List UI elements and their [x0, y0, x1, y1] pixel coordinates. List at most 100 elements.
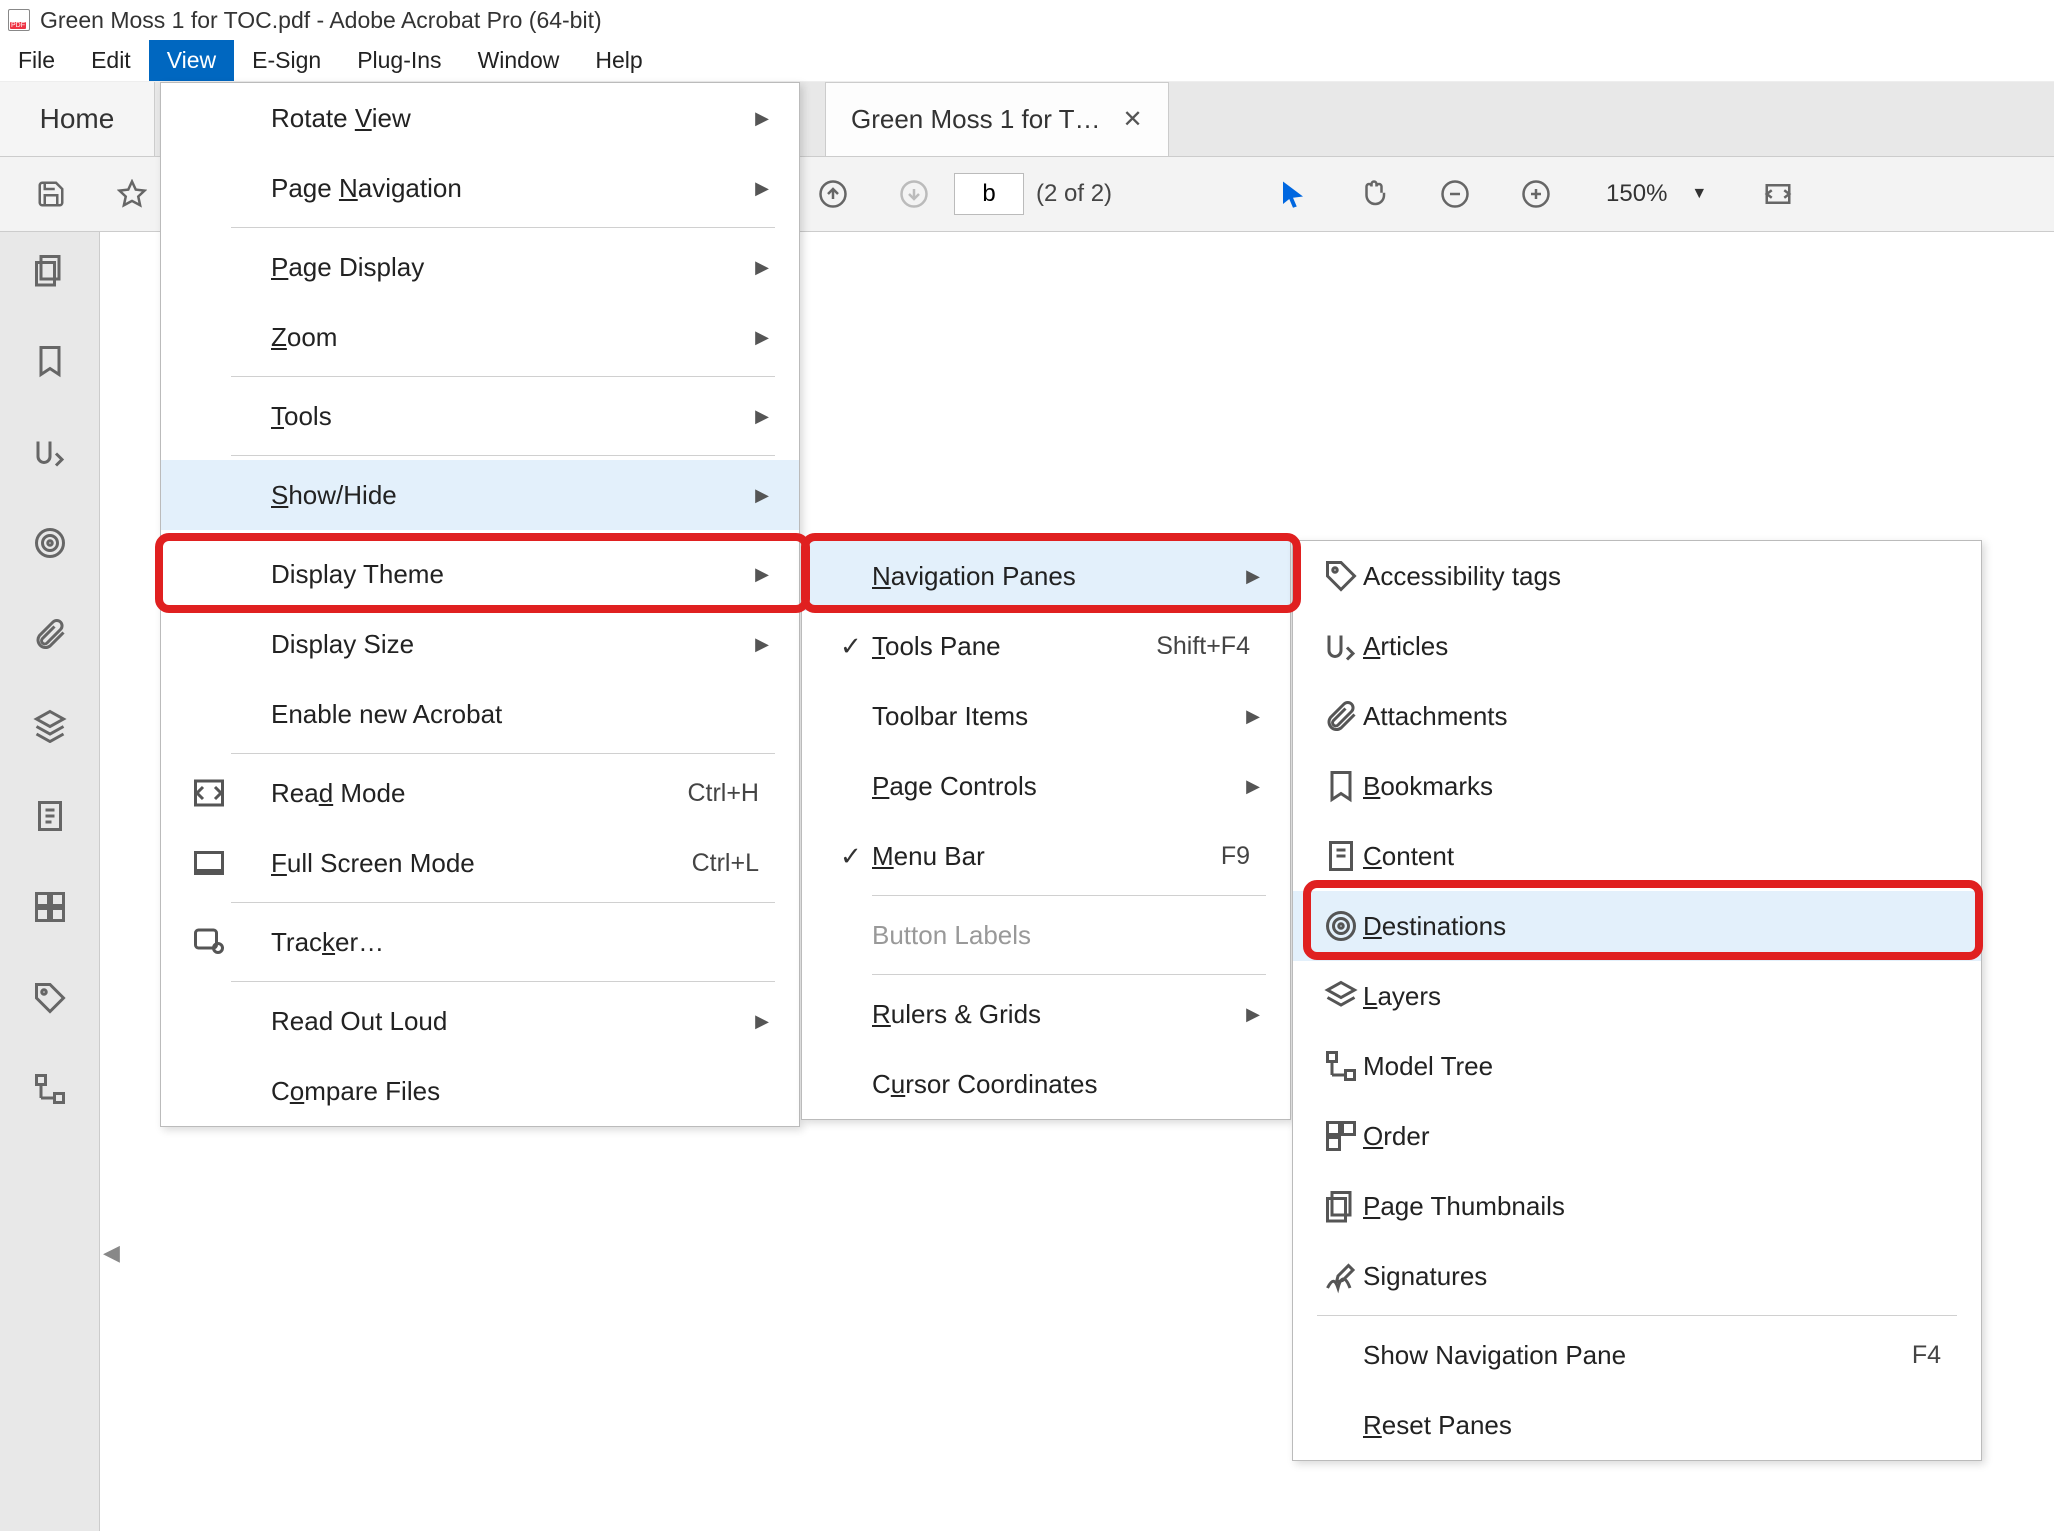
- model-tree-icon[interactable]: [32, 1071, 68, 1107]
- submenu-arrow-icon: ▶: [755, 634, 769, 655]
- home-tab[interactable]: Home: [0, 82, 155, 156]
- menu-display-theme[interactable]: Display Theme▶: [161, 539, 799, 609]
- document-tab-label: Green Moss 1 for T…: [851, 104, 1101, 135]
- minus-circle-icon: [1440, 179, 1470, 209]
- window-title: Green Moss 1 for TOC.pdf - Adobe Acrobat…: [40, 7, 602, 34]
- menu-full-screen[interactable]: Full Screen ModeCtrl+L: [161, 828, 799, 898]
- menu-order[interactable]: Order: [1293, 1101, 1981, 1171]
- menu-rotate-view[interactable]: Rotate View▶: [161, 83, 799, 153]
- menu-show-hide[interactable]: Show/Hide▶: [161, 460, 799, 530]
- select-tool-button[interactable]: [1270, 172, 1315, 217]
- menu-display-size[interactable]: Display Size▶: [161, 609, 799, 679]
- menu-edit[interactable]: Edit: [73, 40, 149, 81]
- attachments-icon[interactable]: [32, 616, 68, 652]
- page-down-button[interactable]: [891, 172, 936, 217]
- menu-view[interactable]: View: [149, 40, 234, 81]
- submenu-arrow-icon: ▶: [755, 406, 769, 427]
- star-button[interactable]: [109, 172, 154, 217]
- bookmark-icon: [1323, 768, 1359, 804]
- menu-file[interactable]: File: [0, 40, 73, 81]
- submenu-arrow-icon: ▶: [755, 485, 769, 506]
- menu-help[interactable]: Help: [577, 40, 660, 81]
- menu-shortcut: Ctrl+L: [692, 849, 769, 878]
- menu-toolbar-items[interactable]: Toolbar Items▶: [802, 681, 1290, 751]
- menu-navigation-panes[interactable]: Navigation Panes▶: [802, 541, 1290, 611]
- menu-tracker[interactable]: Tracker…: [161, 907, 799, 977]
- menu-reset-panes[interactable]: Reset Panes: [1293, 1390, 1981, 1460]
- menu-bar: File Edit View E-Sign Plug-Ins Window He…: [0, 40, 2054, 82]
- menu-button-labels: Button Labels: [802, 900, 1290, 970]
- read-mode-icon: [191, 775, 227, 811]
- page-number-input[interactable]: [954, 173, 1024, 215]
- menu-accessibility-tags[interactable]: Accessibility tags: [1293, 541, 1981, 611]
- menu-tools-pane[interactable]: ✓Tools PaneShift+F4: [802, 611, 1290, 681]
- check-icon: ✓: [840, 841, 862, 872]
- submenu-arrow-icon: ▶: [1246, 776, 1260, 797]
- menu-tools[interactable]: Tools▶: [161, 381, 799, 451]
- tags-icon[interactable]: [32, 980, 68, 1016]
- menu-plugins[interactable]: Plug-Ins: [339, 40, 459, 81]
- destinations-icon[interactable]: [32, 525, 68, 561]
- pages-icon: [1323, 1188, 1359, 1224]
- menu-attachments[interactable]: Attachments: [1293, 681, 1981, 751]
- submenu-arrow-icon: ▶: [1246, 706, 1260, 727]
- content-icon[interactable]: [32, 798, 68, 834]
- menu-read-mode[interactable]: Read ModeCtrl+H: [161, 758, 799, 828]
- pages-icon[interactable]: [32, 252, 68, 288]
- zoom-out-button[interactable]: [1432, 172, 1477, 217]
- zoom-level-label: 150%: [1606, 180, 1667, 208]
- menu-cursor-coordinates[interactable]: Cursor Coordinates: [802, 1049, 1290, 1119]
- menu-articles[interactable]: Articles: [1293, 611, 1981, 681]
- menu-layers[interactable]: Layers: [1293, 961, 1981, 1031]
- menu-compare-files[interactable]: Compare Files: [161, 1056, 799, 1126]
- menu-page-controls[interactable]: Page Controls▶: [802, 751, 1290, 821]
- submenu-arrow-icon: ▶: [755, 564, 769, 585]
- order-icon: [1323, 1118, 1359, 1154]
- close-icon[interactable]: ✕: [1123, 105, 1143, 134]
- menu-destinations[interactable]: Destinations: [1293, 891, 1981, 961]
- menu-enable-new-acrobat[interactable]: Enable new Acrobat: [161, 679, 799, 749]
- navigation-panes-submenu: Accessibility tags Articles Attachments …: [1292, 540, 1982, 1461]
- arrow-up-circle-icon: [818, 179, 848, 209]
- menu-read-out-loud[interactable]: Read Out Loud▶: [161, 986, 799, 1056]
- menu-zoom[interactable]: Zoom▶: [161, 302, 799, 372]
- show-hide-submenu: Navigation Panes▶ ✓Tools PaneShift+F4 To…: [801, 540, 1291, 1120]
- pdf-file-icon: [8, 9, 30, 31]
- tags-icon: [1323, 558, 1359, 594]
- full-screen-icon: [191, 845, 227, 881]
- layers-icon[interactable]: [32, 707, 68, 743]
- page-up-button[interactable]: [810, 172, 855, 217]
- submenu-arrow-icon: ▶: [1246, 566, 1260, 587]
- order-icon[interactable]: [32, 889, 68, 925]
- menu-signatures[interactable]: Signatures: [1293, 1241, 1981, 1311]
- menu-menu-bar[interactable]: ✓Menu BarF9: [802, 821, 1290, 891]
- check-icon: ✓: [840, 631, 862, 662]
- submenu-arrow-icon: ▶: [755, 1011, 769, 1032]
- target-icon: [1323, 908, 1359, 944]
- menu-content[interactable]: Content: [1293, 821, 1981, 891]
- menu-window[interactable]: Window: [460, 40, 578, 81]
- menu-rulers-grids[interactable]: Rulers & Grids▶: [802, 979, 1290, 1049]
- document-tab[interactable]: Green Moss 1 for T… ✕: [825, 82, 1169, 156]
- chevron-down-icon: ▼: [1691, 185, 1707, 203]
- fit-width-button[interactable]: [1755, 172, 1800, 217]
- menu-esign[interactable]: E-Sign: [234, 40, 339, 81]
- tracker-icon: [191, 924, 227, 960]
- plus-circle-icon: [1521, 179, 1551, 209]
- star-icon: [117, 179, 147, 209]
- menu-model-tree[interactable]: Model Tree: [1293, 1031, 1981, 1101]
- fit-width-icon: [1763, 179, 1793, 209]
- zoom-in-button[interactable]: [1513, 172, 1558, 217]
- articles-icon: [1323, 628, 1359, 664]
- hand-tool-button[interactable]: [1351, 172, 1396, 217]
- bookmark-icon[interactable]: [32, 343, 68, 379]
- save-button[interactable]: [28, 172, 73, 217]
- menu-page-display[interactable]: Page Display▶: [161, 232, 799, 302]
- collapse-sidebar-icon[interactable]: ◀: [103, 1240, 120, 1266]
- menu-show-nav-pane[interactable]: Show Navigation PaneF4: [1293, 1320, 1981, 1390]
- menu-bookmarks[interactable]: Bookmarks: [1293, 751, 1981, 821]
- menu-page-thumbnails[interactable]: Page Thumbnails: [1293, 1171, 1981, 1241]
- articles-icon[interactable]: [32, 434, 68, 470]
- zoom-level-select[interactable]: 150% ▼: [1606, 180, 1707, 208]
- menu-page-navigation[interactable]: Page Navigation▶: [161, 153, 799, 223]
